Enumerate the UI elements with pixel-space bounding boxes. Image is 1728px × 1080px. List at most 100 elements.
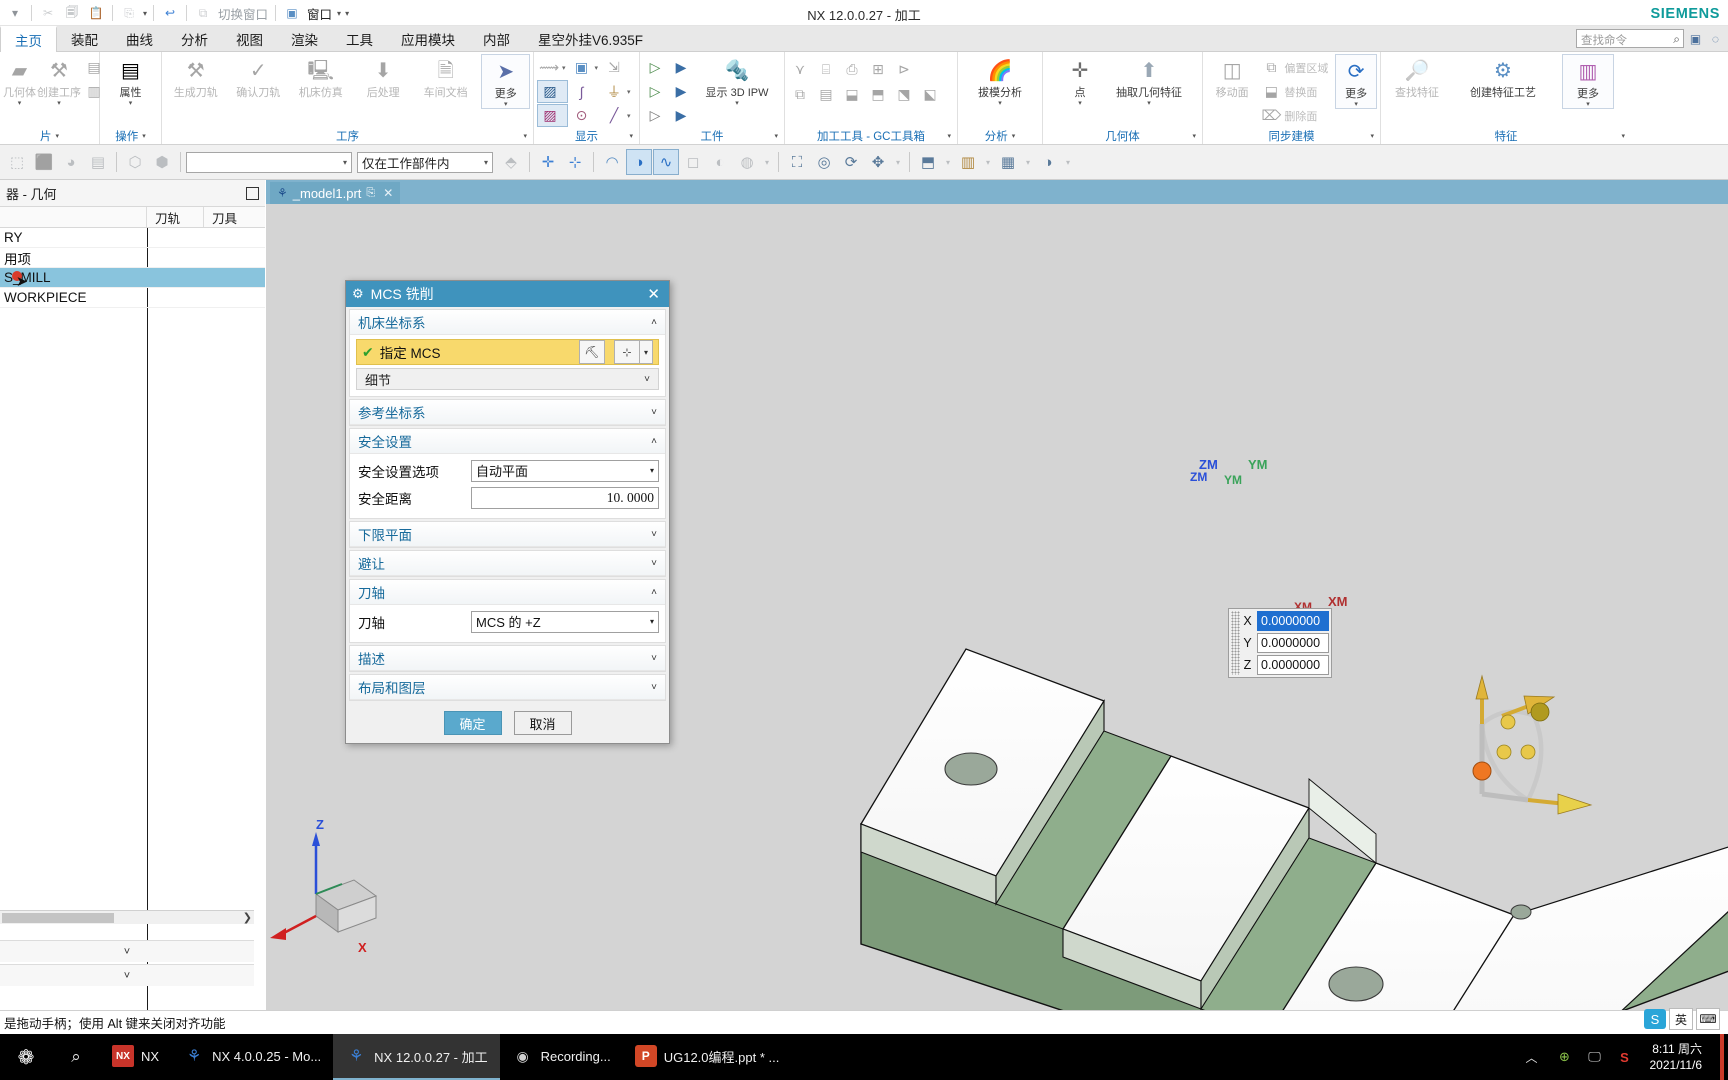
coordinate-entry-popup[interactable]: X 0.0000000 Y 0.0000000 Z 0.0000000 <box>1228 608 1332 678</box>
background-icon[interactable]: ▦ <box>995 149 1021 175</box>
ribbon-item-offset-region[interactable]: ⧉ 偏置区域 <box>1259 56 1330 79</box>
section-header[interactable]: 布局和图层 ˅ <box>350 675 665 700</box>
ribbon-display-icon[interactable]: ▣ <box>1687 30 1704 47</box>
ribbon-item-more-synchronous[interactable]: ⟳ 更多 ▾ <box>1335 54 1377 109</box>
chevron-down-icon[interactable]: ▾ <box>129 100 133 107</box>
chevron-down-icon[interactable]: ▾ <box>774 132 778 140</box>
ribbon-item-display-d[interactable]: ▣ ▾ <box>570 56 601 79</box>
column-tool[interactable]: 刀具 <box>204 207 264 227</box>
sogou-tray-icon[interactable]: S <box>1614 1046 1636 1068</box>
chevron-down-icon[interactable]: ▾ <box>1370 132 1374 140</box>
specify-mcs-button[interactable]: ⛏ <box>579 340 605 364</box>
ribbon-item-shop-documentation[interactable]: 🗎 车间文档 <box>415 54 476 100</box>
pin-panel-icon[interactable] <box>246 186 259 200</box>
ribbon-item-geometry-body[interactable]: ▰ 几何体 ▾ <box>3 54 36 107</box>
ribbon-item-machine-simulation[interactable]: 🖳 机床仿真 <box>290 54 351 100</box>
chevron-down-icon[interactable]: ▾ <box>627 88 631 96</box>
background-caret-icon[interactable]: ▾ <box>1022 149 1034 175</box>
chevron-down-icon[interactable]: ▾ <box>629 132 633 140</box>
chevron-down-icon[interactable]: ▾ <box>595 64 599 72</box>
chevron-up-icon[interactable]: ˄ <box>651 436 657 447</box>
ribbon-item-display-b[interactable]: ▨ <box>537 80 568 103</box>
drag-grip-handle[interactable] <box>1231 611 1240 675</box>
chevron-down-icon[interactable]: ▾ <box>1078 100 1082 107</box>
taskbar-search-icon[interactable]: ⌕ <box>52 1034 100 1080</box>
tab-analysis[interactable]: 分析 <box>167 26 222 51</box>
safety-distance-input[interactable]: 10. 0000 <box>471 486 659 509</box>
ribbon-item-display-f[interactable]: ⊙ <box>570 104 601 127</box>
tab-curve[interactable]: 曲线 <box>112 26 167 51</box>
ribbon-item-ipw-c[interactable]: ▷ <box>643 80 667 103</box>
tree-item-geometry[interactable]: RY <box>0 228 265 248</box>
taskbar-item-nx[interactable]: NX NX <box>100 1034 171 1080</box>
navigator-collapse-bar-2[interactable]: ˅ <box>0 964 254 986</box>
mcs-mill-dialog[interactable]: ⚙ MCS 铣削 ✕ 机床坐标系 ˄ ✔ 指定 MCS ⛏ ⊹ ▾ 细节 ˅ 参… <box>345 280 670 744</box>
chevron-down-icon[interactable]: ▾ <box>1586 101 1590 108</box>
scroll-right-icon[interactable]: ❯ <box>243 911 252 924</box>
chevron-down-icon[interactable]: ˅ <box>651 682 657 693</box>
chevron-down-icon[interactable]: ▾ <box>735 100 739 107</box>
select-face-icon[interactable]: ◕ <box>58 149 84 175</box>
coordinate-input-y[interactable]: 0.0000000 <box>1257 633 1329 653</box>
csys-constructor-icon[interactable]: ⊹ <box>614 340 640 364</box>
tab-applications[interactable]: 应用模块 <box>387 26 469 51</box>
navigator-horizontal-scrollbar[interactable]: ❯ <box>0 910 254 924</box>
gc-item-9[interactable]: ⬒ <box>866 83 890 106</box>
chevron-down-icon[interactable]: ▾ <box>504 101 508 108</box>
ribbon-item-properties[interactable]: ▤ 属性 ▾ <box>105 54 157 107</box>
tab-plugin[interactable]: 星空外挂V6.935F <box>524 26 657 51</box>
tab-internal[interactable]: 内部 <box>469 26 524 51</box>
rotate-icon[interactable]: ⟳ <box>838 149 864 175</box>
chevron-down-icon[interactable]: ▾ <box>1147 100 1151 107</box>
ribbon-item-ipw-f[interactable]: ▶ <box>669 104 693 127</box>
chevron-down-icon[interactable]: ▾ <box>1012 132 1016 140</box>
coordinate-input-x[interactable]: 0.0000000 <box>1257 611 1329 631</box>
search-icon[interactable]: ⌕ <box>1673 32 1680 47</box>
tool-axis-select[interactable]: MCS 的 +Z ▾ <box>471 610 659 633</box>
layer-settings-icon[interactable]: ▥ <box>955 149 981 175</box>
ribbon-item-create-operation[interactable]: ⚒ 创建工序 ▾ <box>37 54 81 107</box>
ime-panel-icon[interactable]: ⌨ <box>1696 1008 1720 1030</box>
tab-tools[interactable]: 工具 <box>332 26 387 51</box>
section-header[interactable]: 机床坐标系 ˄ <box>350 310 665 335</box>
chevron-down-icon[interactable]: ˅ <box>651 653 657 664</box>
command-search-input[interactable]: 查找命令 <box>1576 29 1684 48</box>
selection-filter-combo[interactable]: ▾ <box>186 151 352 173</box>
filter-component-icon[interactable]: ⬢ <box>149 149 175 175</box>
filter-group-icon[interactable]: ⬡ <box>122 149 148 175</box>
gc-item-10[interactable]: ⬔ <box>892 83 916 106</box>
chevron-down-icon[interactable]: ˅ <box>644 374 650 385</box>
scrollbar-thumb[interactable] <box>2 913 114 923</box>
pan-icon[interactable]: ✥ <box>865 149 891 175</box>
section-header[interactable]: 描述 ˅ <box>350 646 665 671</box>
ribbon-item-display-c[interactable]: ▨ <box>537 104 568 127</box>
wireframe-view-icon[interactable]: ∿ <box>653 149 679 175</box>
close-icon[interactable]: ✕ <box>383 186 393 200</box>
chevron-down-icon[interactable]: ▾ <box>1354 101 1358 108</box>
gc-item-4[interactable]: ⊞ <box>866 58 890 81</box>
taskbar-item-nx12[interactable]: ⚘ NX 12.0.0.27 - 加工 <box>333 1034 500 1080</box>
scope-options-icon[interactable]: ⬘ <box>498 149 524 175</box>
ribbon-item-create-feature-process[interactable]: ⚙ 创建特征工艺 <box>1451 54 1555 100</box>
chevron-down-icon[interactable]: ▾ <box>484 158 488 167</box>
fit-view-icon[interactable]: ⛶ <box>784 149 810 175</box>
section-header[interactable]: 下限平面 ˅ <box>350 522 665 547</box>
specify-mcs-row[interactable]: ✔ 指定 MCS ⛏ ⊹ ▾ <box>356 339 659 365</box>
section-header[interactable]: 刀轴 ˄ <box>350 580 665 605</box>
chevron-down-icon[interactable]: ▾ <box>627 112 631 120</box>
ribbon-item-post-process[interactable]: ⬇ 后处理 <box>352 54 413 100</box>
select-feature-icon[interactable]: ⬛ <box>31 149 57 175</box>
chevron-down-icon[interactable]: ▾ <box>1192 132 1196 140</box>
ribbon-item-ipw-d[interactable]: ▶ <box>669 80 693 103</box>
ribbon-item-display-a[interactable]: ⟿ ▾ <box>537 56 568 79</box>
ribbon-item-generate-toolpath[interactable]: ⚒ 生成刀轨 <box>165 54 226 100</box>
ribbon-item-display-g[interactable]: ⇲ <box>602 56 633 79</box>
shaded-view-icon[interactable]: ◑ <box>626 149 652 175</box>
ribbon-item-extract-geometry[interactable]: ⬆ 抽取几何特征 ▾ <box>1107 54 1191 107</box>
zoom-icon[interactable]: ◎ <box>811 149 837 175</box>
chevron-down-icon[interactable]: ▾ <box>998 100 1002 107</box>
ribbon-item-show-3d-ipw[interactable]: 🔩 显示 3D IPW ▾ <box>695 54 779 107</box>
tab-render[interactable]: 渲染 <box>277 26 332 51</box>
chevron-down-icon[interactable]: ▾ <box>523 132 527 140</box>
ribbon-tab-strip[interactable]: 主页 装配 曲线 分析 视图 渲染 工具 应用模块 内部 星空外挂V6.935F… <box>0 26 1728 52</box>
